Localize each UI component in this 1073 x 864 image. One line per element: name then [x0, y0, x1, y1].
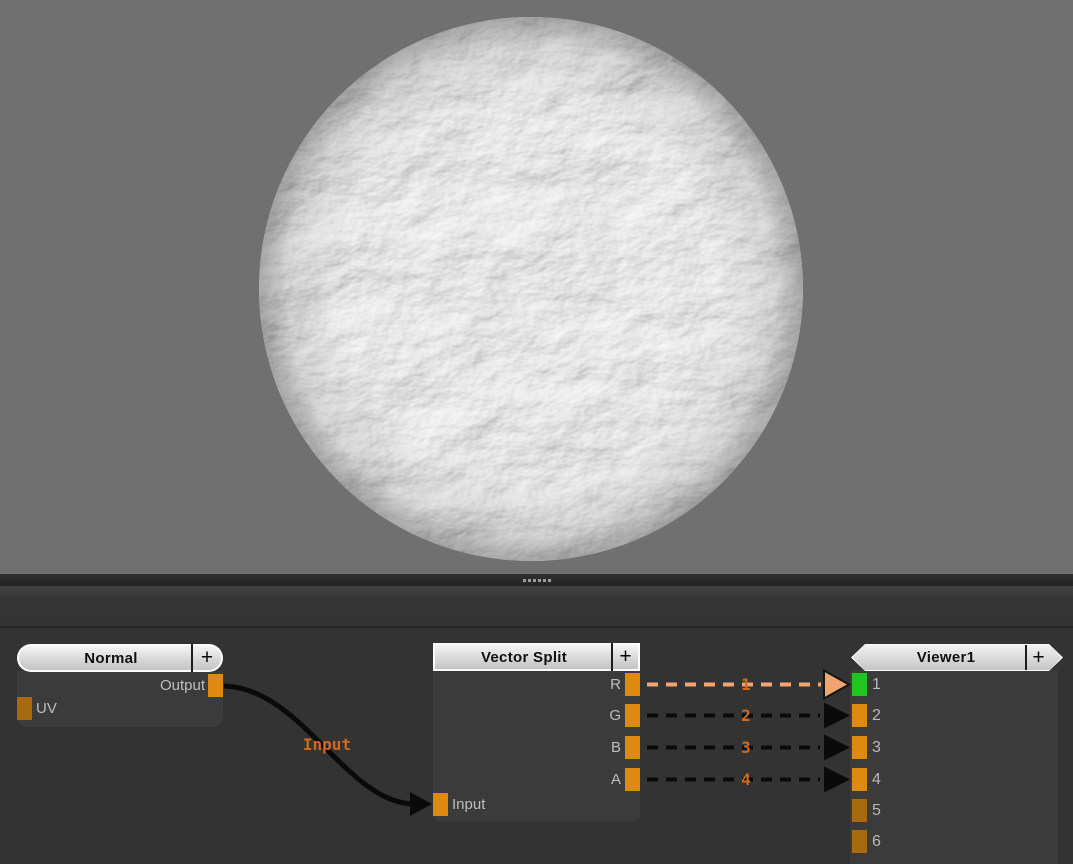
port-3[interactable]: [852, 736, 867, 759]
port-2-label: 2: [872, 704, 881, 727]
port-b[interactable]: [625, 736, 640, 759]
node-normal: Normal + Output UV: [17, 644, 223, 728]
port-output-label: Output: [97, 674, 205, 697]
port-r-label: R: [561, 673, 621, 696]
node-viewer1-header[interactable]: Viewer1 +: [851, 644, 1063, 671]
graph-panel-header-band: [0, 586, 1073, 626]
port-1-label: 1: [872, 673, 881, 696]
node-vector-split: Vector Split + R G B A Input: [433, 643, 640, 823]
port-3-label: 3: [872, 736, 881, 759]
port-input[interactable]: [433, 793, 448, 816]
port-4-label: 4: [872, 768, 881, 791]
panel-splitter[interactable]: [0, 574, 1073, 586]
port-input-label: Input: [452, 793, 485, 816]
preview-3d-viewport[interactable]: [0, 0, 1073, 574]
port-g[interactable]: [625, 704, 640, 727]
port-5[interactable]: [852, 799, 867, 822]
node-title: Vector Split: [437, 643, 611, 671]
port-a[interactable]: [625, 768, 640, 791]
node-title: Viewer1: [867, 644, 1025, 671]
port-5-label: 5: [872, 799, 881, 822]
port-6-label: 6: [872, 830, 881, 853]
port-r[interactable]: [625, 673, 640, 696]
add-port-button[interactable]: +: [613, 643, 638, 671]
port-1[interactable]: [852, 673, 867, 696]
material-maker-window: Normal + Output UV Vector Split + R G B …: [0, 0, 1073, 864]
node-viewer1-body[interactable]: [850, 670, 1058, 864]
port-uv-label: UV: [36, 697, 57, 720]
node-viewer1: Viewer1 + 1 2 3 4 5 6: [850, 644, 1063, 864]
port-uv[interactable]: [17, 697, 32, 720]
add-port-button[interactable]: +: [1027, 644, 1050, 671]
port-g-label: G: [561, 704, 621, 727]
splitter-handle-icon: [523, 579, 551, 582]
port-a-label: A: [561, 768, 621, 791]
port-b-label: B: [561, 736, 621, 759]
add-port-button[interactable]: +: [193, 644, 221, 672]
node-vector-split-header[interactable]: Vector Split +: [433, 643, 640, 671]
node-normal-header[interactable]: Normal +: [17, 644, 223, 672]
port-output[interactable]: [208, 674, 223, 697]
node-title: Normal: [31, 644, 191, 672]
port-2[interactable]: [852, 704, 867, 727]
port-6[interactable]: [852, 830, 867, 853]
port-4[interactable]: [852, 768, 867, 791]
